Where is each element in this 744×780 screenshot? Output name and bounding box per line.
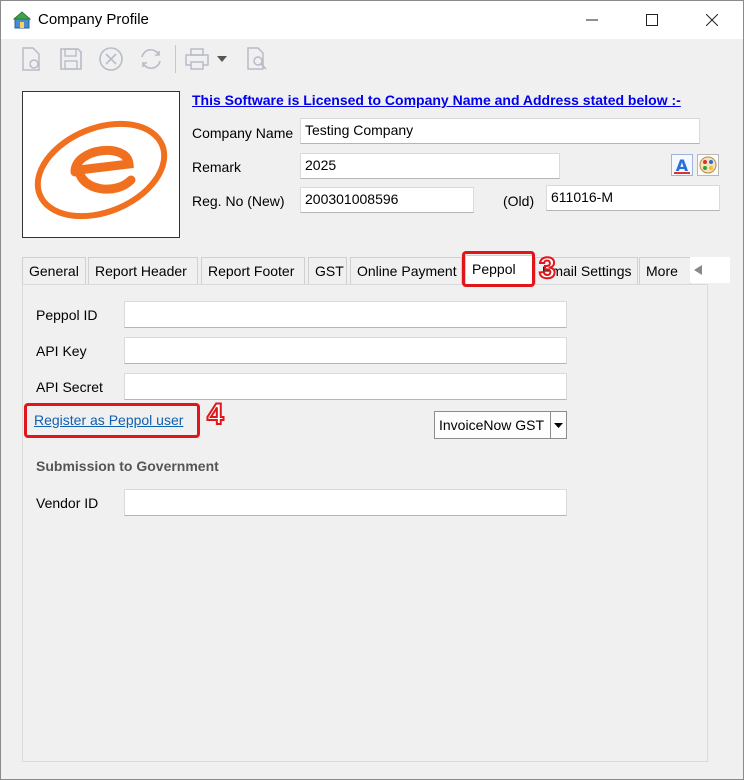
license-link[interactable]: This Software is Licensed to Company Nam… [192,92,681,108]
peppol-id-field[interactable] [124,301,567,328]
cancel-button[interactable] [97,45,125,73]
print-icon [185,48,209,70]
invoice-type-select[interactable]: InvoiceNow GST [434,411,551,439]
company-name-field[interactable]: Testing Company [300,118,700,144]
refresh-icon [141,49,161,69]
save-icon [60,48,82,70]
toolbar [1,39,743,79]
print-preview-icon [247,47,267,70]
edit-document-button[interactable] [17,45,45,73]
cancel-icon [99,47,123,71]
color-palette-button[interactable] [697,154,719,176]
chevron-down-icon [217,56,227,62]
peppol-tab-highlight [462,251,535,287]
tab-bar: General Report Header Report Footer GST … [22,255,730,285]
reg-no-new-field[interactable]: 200301008596 [300,187,474,213]
vendor-id-label: Vendor ID [36,495,99,511]
close-icon [706,14,718,26]
tab-general[interactable]: General [22,257,86,285]
save-button[interactable] [57,45,85,73]
step-4-badge: 4 [206,397,225,432]
submission-section-title: Submission to Government [36,458,219,474]
remark-field[interactable]: 2025 [300,153,560,179]
app-icon [13,11,31,29]
font-icon: A [671,154,693,176]
peppol-id-label: Peppol ID [36,307,98,323]
tab-scroll-left-button[interactable] [690,257,730,283]
company-logo[interactable] [22,91,180,238]
window-title: Company Profile [38,11,149,28]
print-dropdown-button[interactable] [213,45,231,73]
title-bar: Company Profile [1,1,743,39]
register-link-highlight [24,403,200,438]
edit-document-icon [22,47,40,71]
reg-no-old-label: (Old) [503,193,535,209]
tab-report-footer[interactable]: Report Footer [201,257,305,285]
company-profile-window: Company Profile This Software is License… [0,0,744,780]
close-button[interactable] [683,1,741,39]
toolbar-separator [175,45,176,73]
invoice-type-dropdown-button[interactable] [550,411,567,439]
tab-online-payment[interactable]: Online Payment [350,257,462,285]
print-preview-button[interactable] [243,45,271,73]
api-key-field[interactable] [124,337,567,364]
tab-gst[interactable]: GST [308,257,347,285]
maximize-button[interactable] [623,1,681,39]
step-3-badge: 3 [538,251,557,286]
color-palette-icon [697,154,719,176]
logo-image [34,120,168,220]
tab-more[interactable]: More [639,257,691,285]
refresh-button[interactable] [137,45,165,73]
font-button[interactable]: A [671,154,693,176]
reg-no-old-field[interactable]: 611016-M [546,185,720,211]
api-key-label: API Key [36,343,87,359]
chevron-left-icon [694,265,702,275]
minimize-button[interactable] [563,1,621,39]
minimize-icon [586,19,598,21]
chevron-down-icon [554,422,563,428]
company-name-label: Company Name [192,125,294,141]
maximize-icon [646,14,658,26]
vendor-id-field[interactable] [124,489,567,516]
reg-no-new-label: Reg. No (New) [192,193,285,209]
print-button[interactable] [183,45,211,73]
tab-report-header[interactable]: Report Header [88,257,198,285]
remark-label: Remark [192,159,242,175]
api-secret-label: API Secret [36,379,103,395]
api-secret-field[interactable] [124,373,567,400]
